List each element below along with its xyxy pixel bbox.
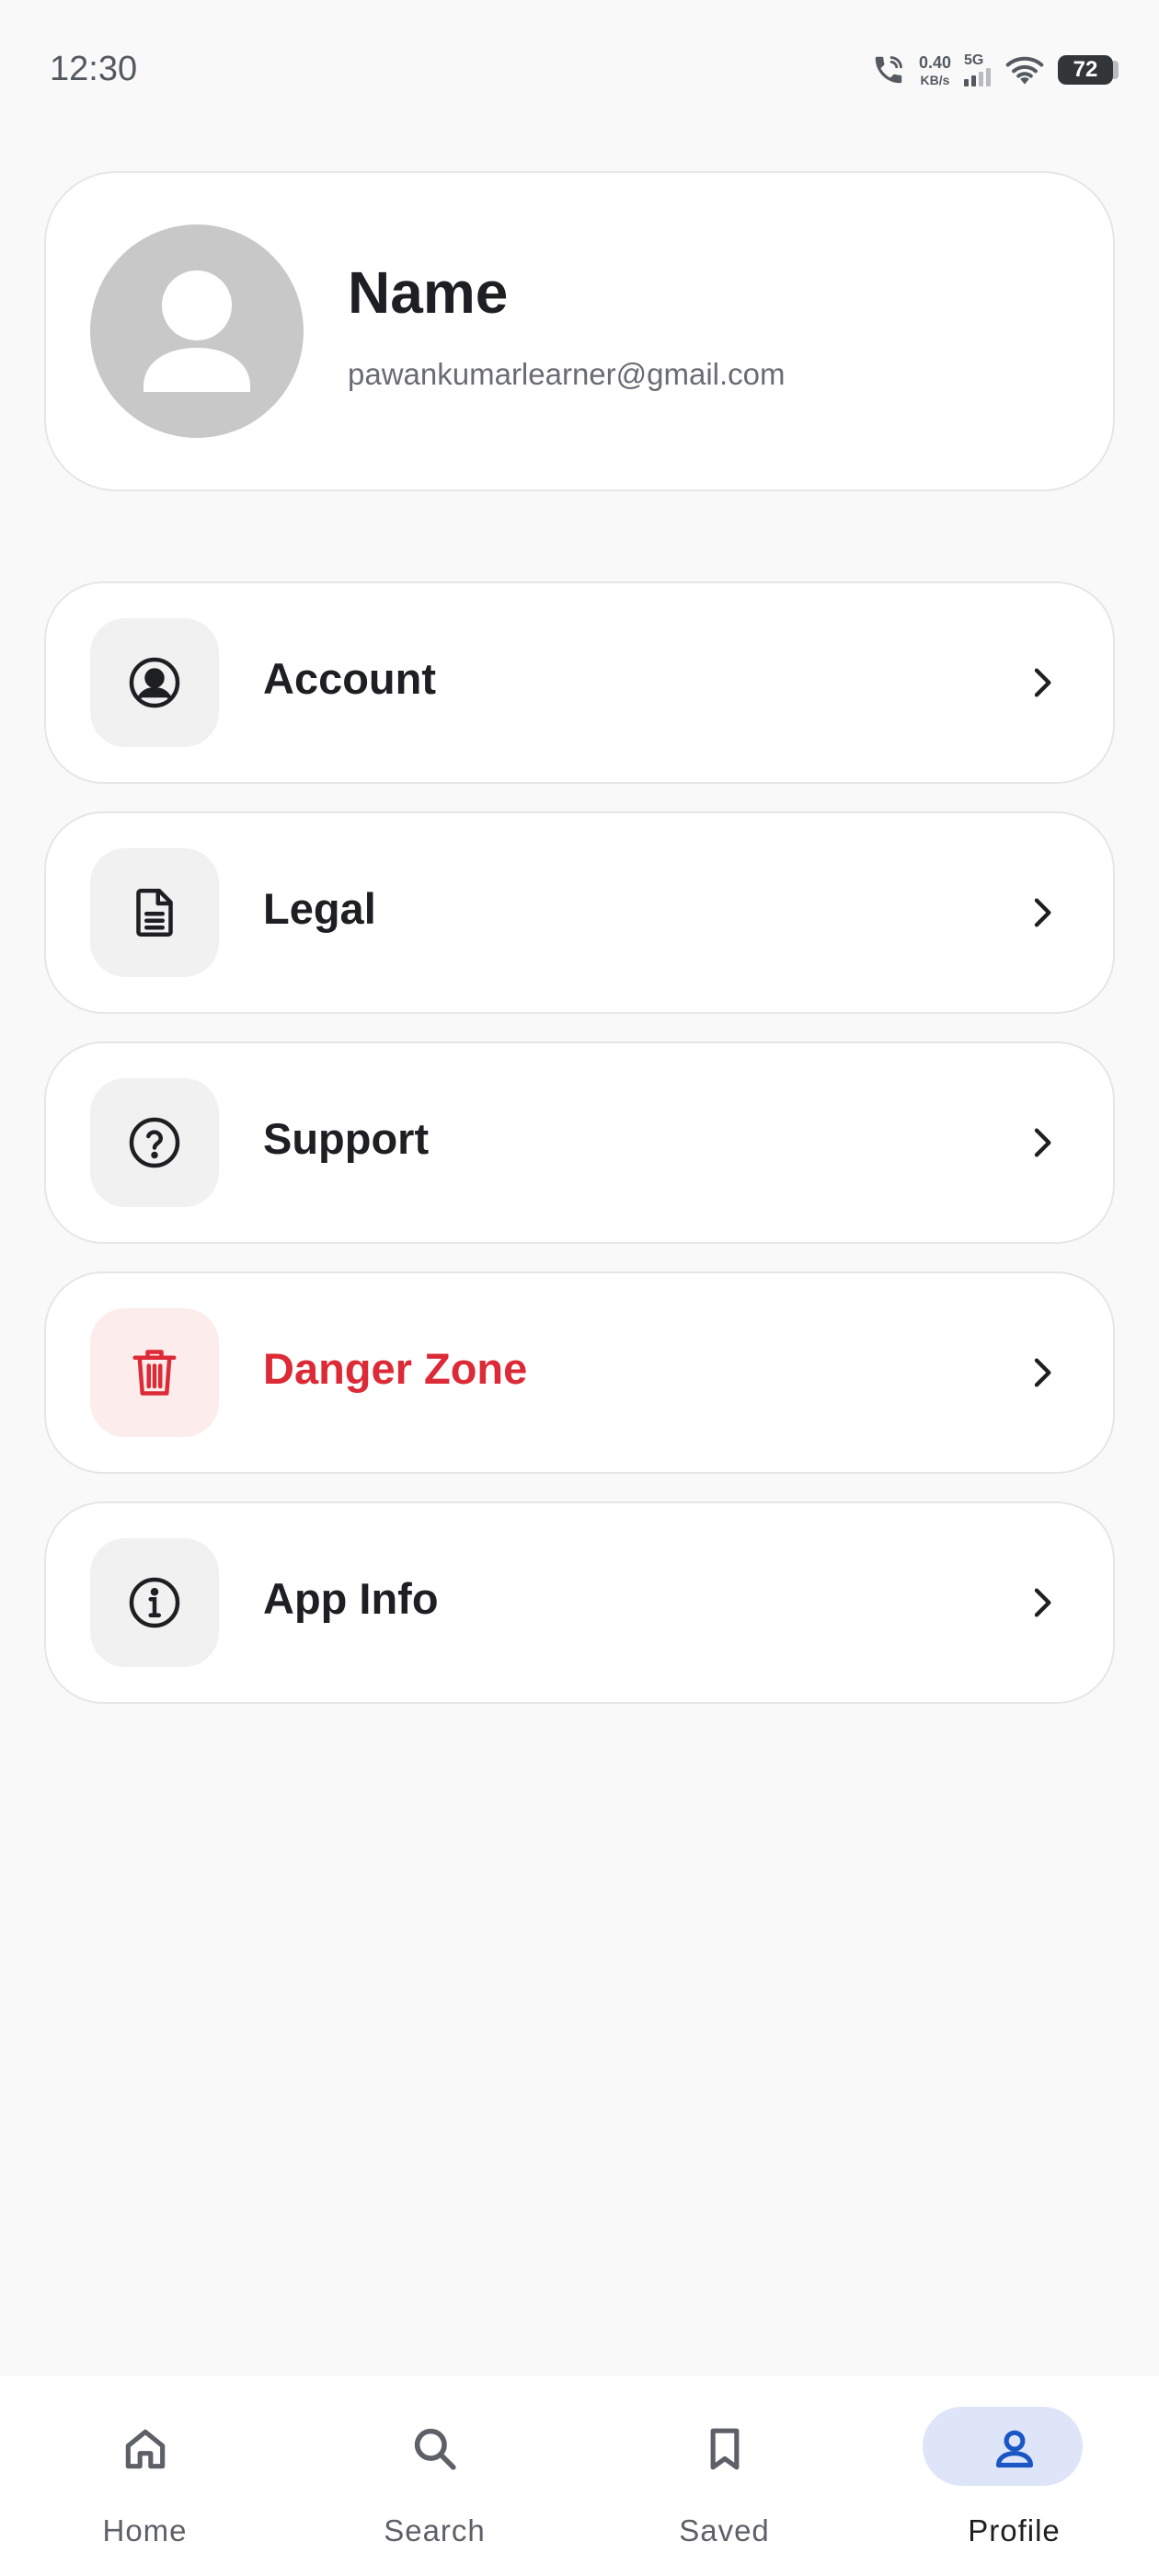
nav-item-profile[interactable]: Profile: [869, 2375, 1159, 2576]
nav-label: Profile: [968, 2513, 1061, 2547]
menu-icon-box: [90, 618, 219, 747]
menu-item-legal[interactable]: Legal: [44, 811, 1115, 1014]
menu-icon-box: [90, 1308, 219, 1437]
menu-icon-box: [90, 848, 219, 977]
network-type: 5G: [964, 52, 984, 68]
menu-icon-box: [90, 1538, 219, 1667]
network-speed-value: 0.40: [918, 52, 951, 72]
bottom-navigation: Home Search Saved Profile: [0, 2375, 1159, 2576]
network-speed: 0.40 KB/s: [919, 54, 951, 86]
bookmark-icon: [710, 2428, 739, 2470]
menu-item-label: Legal: [263, 884, 376, 933]
nav-label: Saved: [679, 2513, 770, 2547]
menu-item-app-info[interactable]: App Info: [44, 1501, 1115, 1704]
menu-item-danger-zone[interactable]: Danger Zone: [44, 1271, 1115, 1474]
menu-icon-box: [90, 1078, 219, 1207]
info-circle-icon: [129, 1577, 180, 1628]
profile-name: Name: [348, 259, 509, 326]
menu-item-label: App Info: [263, 1574, 439, 1623]
search-icon: [414, 2428, 456, 2470]
status-bar: 12:30 0.40 KB/s 5G 72: [0, 0, 1159, 138]
nav-label: Home: [102, 2513, 188, 2547]
profile-card[interactable]: Name pawankumarlearner@gmail.com: [44, 171, 1115, 491]
nav-item-search[interactable]: Search: [290, 2375, 580, 2576]
battery-indicator: 72: [1058, 55, 1119, 85]
nav-item-home[interactable]: Home: [0, 2375, 290, 2576]
chevron-right-icon: [1034, 1358, 1051, 1387]
profile-email: pawankumarlearner@gmail.com: [348, 357, 786, 391]
trash-icon: [132, 1350, 177, 1396]
signal-bars-icon: [964, 68, 991, 86]
chevron-right-icon: [1034, 1128, 1051, 1157]
nav-item-saved[interactable]: Saved: [580, 2375, 869, 2576]
user-circle-icon: [129, 657, 180, 708]
avatar-placeholder-icon: [143, 270, 250, 392]
status-icons: 0.40 KB/s 5G 72: [871, 50, 1119, 90]
menu-item-label: Danger Zone: [263, 1344, 528, 1393]
wifi-icon: [1005, 56, 1044, 85]
home-icon: [125, 2429, 165, 2469]
menu-item-support[interactable]: Support: [44, 1041, 1115, 1244]
menu-item-label: Account: [263, 654, 436, 703]
chevron-right-icon: [1034, 898, 1051, 927]
person-icon: [995, 2430, 1033, 2468]
wifi-calling-icon: [875, 56, 902, 84]
status-time: 12:30: [50, 50, 138, 88]
chevron-right-icon: [1034, 668, 1051, 697]
help-circle-icon: [129, 1117, 180, 1168]
nav-label: Search: [384, 2513, 486, 2547]
avatar: [90, 224, 304, 438]
menu-item-label: Support: [263, 1114, 430, 1163]
chevron-right-icon: [1034, 1588, 1051, 1617]
network-speed-unit: KB/s: [920, 72, 950, 87]
document-icon: [136, 889, 173, 937]
cellular-signal: 5G: [964, 53, 992, 86]
menu-item-account[interactable]: Account: [44, 581, 1115, 784]
